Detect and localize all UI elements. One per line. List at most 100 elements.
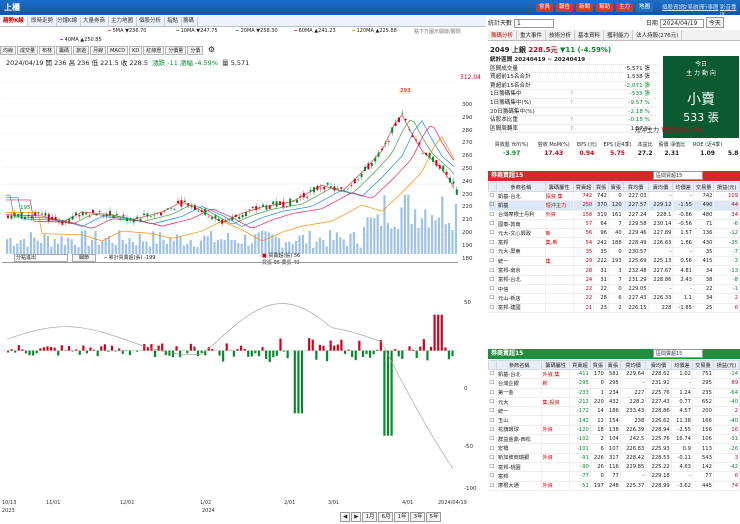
broker-flow-chart[interactable]: [2, 262, 458, 490]
scroll-right[interactable]: ▶: [351, 512, 362, 522]
tab-volume-broker[interactable]: 大量券商: [80, 17, 110, 26]
tab-minute-k[interactable]: 分鐘K線: [54, 17, 82, 26]
table-row[interactable]: ☐ 富邦-桃園 -90 26 116 229.85 225.22 4.63 142 -42: [488, 462, 740, 473]
tab-main-map[interactable]: 主力地圖: [108, 17, 138, 26]
flow-bar: [447, 350, 451, 360]
table-row[interactable]: ☐ 富邦-南京 28 31 3 232.48 227.67 4.81 34 -13: [488, 265, 740, 276]
ma-20[interactable]: ━ 20MA ▼258.30: [236, 28, 278, 34]
range-3y[interactable]: 3年: [410, 512, 426, 522]
today-button[interactable]: 今天: [705, 17, 724, 28]
candle: [34, 212, 37, 216]
tab-chip-analysis[interactable]: 籌碼分析: [488, 30, 518, 40]
table-row[interactable]: ☐ 富邦 -77 0 77-229.18-77 6: [488, 471, 740, 482]
main-force-button[interactable]: 主力: [616, 3, 634, 12]
tab-profit[interactable]: 獲利能力: [604, 30, 634, 40]
member-button[interactable]: 會員: [536, 3, 554, 12]
news-button[interactable]: 新聞: [576, 3, 594, 12]
scroll-left[interactable]: ◀: [340, 512, 351, 522]
date-input[interactable]: 2024/04/19: [659, 19, 704, 28]
stock-info-link[interactable]: 個股資訊: [662, 3, 684, 11]
table-row[interactable]: ☐ 台灣企銀新 -295 0 295-231.91-295 89: [488, 378, 740, 389]
tool-light[interactable]: 紅綠燈: [143, 46, 165, 55]
tool-macd[interactable]: MACD: [107, 46, 129, 55]
flow-tick: -50: [464, 444, 473, 450]
volume-bar: [233, 240, 236, 254]
table-row[interactable]: ☐ 花旗環球 外資 -120 18 138 226.39 228.94 -2.55 156 16: [488, 425, 740, 436]
flow-bar: [261, 347, 264, 351]
tool-boll[interactable]: 布林: [39, 46, 56, 55]
ma-10[interactable]: ━ 10MA ▼247.75: [176, 28, 218, 34]
table-row[interactable]: ☐ 摩根大通 外資 -51 197 248 225.37 228.99 -3.62 445 74: [488, 481, 740, 491]
candlestick-chart[interactable]: [2, 62, 458, 254]
tool-volume[interactable]: 成交量: [17, 46, 39, 55]
report-button[interactable]: 報告: [556, 3, 574, 12]
margin-link[interactable]: 交易融資: [682, 3, 704, 11]
tool-monthline[interactable]: 月線: [90, 46, 107, 55]
table-row[interactable]: ☐ 元大 集,投資 -212 220 432 228.2 227.43 0.77 652 -40: [488, 397, 740, 408]
map-button[interactable]: 地圖: [636, 3, 654, 12]
tool-kd[interactable]: KD: [129, 46, 143, 55]
table-row[interactable]: ☐ 宏橋 -101 6 107 226.83 225.93 0.9 113 -26: [488, 443, 740, 454]
sell-mode-select[interactable]: 區間賣超15: [653, 349, 703, 358]
table-row[interactable]: ☐ 富邦 集,新 54 242 188 228.49 226.63 1.86 430 -35: [488, 237, 740, 248]
gear-icon[interactable]: ⚙: [208, 45, 215, 54]
ma-60[interactable]: ━ 60MA ▲241.23: [294, 28, 336, 34]
table-row[interactable]: ☐ 統一集 29 222 193 225.69 225.13 0.56 415 -3: [488, 256, 740, 267]
candle: [374, 157, 377, 162]
range-1m[interactable]: 1月: [362, 512, 378, 522]
candle: [381, 148, 383, 150]
ma-40[interactable]: ━ 40MA ▲250.85: [60, 37, 102, 43]
tab-stock-analysis[interactable]: 個股分析: [136, 17, 166, 26]
range-1y[interactable]: 1年: [394, 512, 410, 522]
table-row[interactable]: ☐ 群益金鼎-西松 -102 2 104 242.5 225.76 16.74 106 -31: [488, 434, 740, 445]
table-row[interactable]: ☐ 凱基 短沖主力 250 370 120 227.57 229.12 -1.55 490 44: [488, 200, 740, 211]
days-select[interactable]: 1: [513, 19, 554, 28]
table-row[interactable]: ☐ 新加坡商瑞銀 外資 -91 226 317 228.42 228.53 -0.11 543 3: [488, 453, 740, 463]
peak-label: 293: [398, 88, 413, 94]
tool-price[interactable]: 分價: [187, 46, 204, 55]
table-row[interactable]: ☐ 第一金 -233 1 234 227 225.76 1.24 235 -64: [488, 388, 740, 398]
tab-basic[interactable]: 基本資料: [575, 30, 605, 40]
tab-tech[interactable]: 技術分析: [546, 30, 576, 40]
table-row[interactable]: ☐ 元大-文心興政新 56 96 40 229.46 227.89 1.57 136 -12: [488, 228, 740, 239]
stock-header: 2049 上銀 228.5元 ▼11 (-4.59%): [490, 46, 612, 54]
table-row[interactable]: ☐ 元山-新店 22 28 6 227.43 226.33 1.1 34 2: [488, 293, 740, 304]
tool-travel[interactable]: 旅遊: [73, 46, 90, 55]
table-row[interactable]: ☐ 國泰-敦南 57 64 7 229.58 230.14 -0.56 71 -6: [488, 219, 740, 230]
table-row[interactable]: ☐ 凱基-台北 投資,集 742 742 0 227.03- -742 109: [488, 191, 740, 202]
net-legend: ■ 買賣超(張) 56: [262, 253, 301, 259]
tab-trend-k[interactable]: 趨勢K線: [0, 17, 28, 26]
range-6m[interactable]: 6月: [378, 512, 394, 522]
buy-mode-select[interactable]: 區間買超15: [653, 171, 703, 180]
candle: [432, 156, 434, 162]
table-row[interactable]: ☐ 統一 -172 14 186 233.43 228.86 4.57 200 2: [488, 406, 740, 417]
table-row[interactable]: ☐ 富邦-台北 24 31 7 231.29 228.86 2.43 38 -8: [488, 275, 740, 285]
flow-bar: [100, 346, 103, 351]
volume-bar: [250, 243, 253, 254]
table-row[interactable]: ☐ 台灣摩根士丹利 外資 158 319 161 227.24 228.1 -0.86 480 34: [488, 210, 740, 220]
tab-realtime[interactable]: 即時走勢: [28, 17, 58, 26]
candle: [112, 215, 115, 218]
flow-bar: [429, 346, 433, 351]
candle: [7, 215, 9, 218]
lower-select[interactable]: 分點進出: [14, 254, 68, 262]
detail-button[interactable]: 細節: [72, 254, 96, 262]
ma-120[interactable]: ━ 120MA ▲225.88: [352, 28, 397, 34]
tab-holdings[interactable]: 法人持股(276元): [633, 30, 683, 40]
table-row[interactable]: ☐ 中信 22 22 0 229.05- -22 -1: [488, 284, 740, 295]
table-row[interactable]: ☐ 元大-屏東 35 35 0 230.57- -35 -7: [488, 247, 740, 258]
range-5y[interactable]: 5年: [426, 512, 442, 522]
table-row[interactable]: ☐ 凱基-台北 外資,集 -411 170 581 229.64 228.62 1.02 751-…: [488, 369, 740, 380]
tool-ma[interactable]: 均線: [0, 46, 17, 55]
calendar-link[interactable]: 行事曆: [702, 3, 719, 11]
table-row[interactable]: ☐ 富邦-建國 21 23 2 226.15 228 -1.85 25 6: [488, 303, 740, 313]
tab-chips[interactable]: 籌碼: [180, 17, 199, 26]
tool-chips[interactable]: 籌碼: [56, 46, 73, 55]
help-button[interactable]: 幫助: [596, 3, 614, 12]
volume-bar: [9, 237, 12, 254]
table-row[interactable]: ☐ 玉山 -142 12 154 238 226.62 11.38 166 -40: [488, 415, 740, 426]
tab-events[interactable]: 重大事件: [517, 30, 547, 40]
date-tick: 3/01: [328, 500, 340, 506]
ma-5[interactable]: ━ 5MA ▼236.70: [108, 28, 146, 34]
tool-pricevol[interactable]: 分價量: [165, 46, 187, 55]
